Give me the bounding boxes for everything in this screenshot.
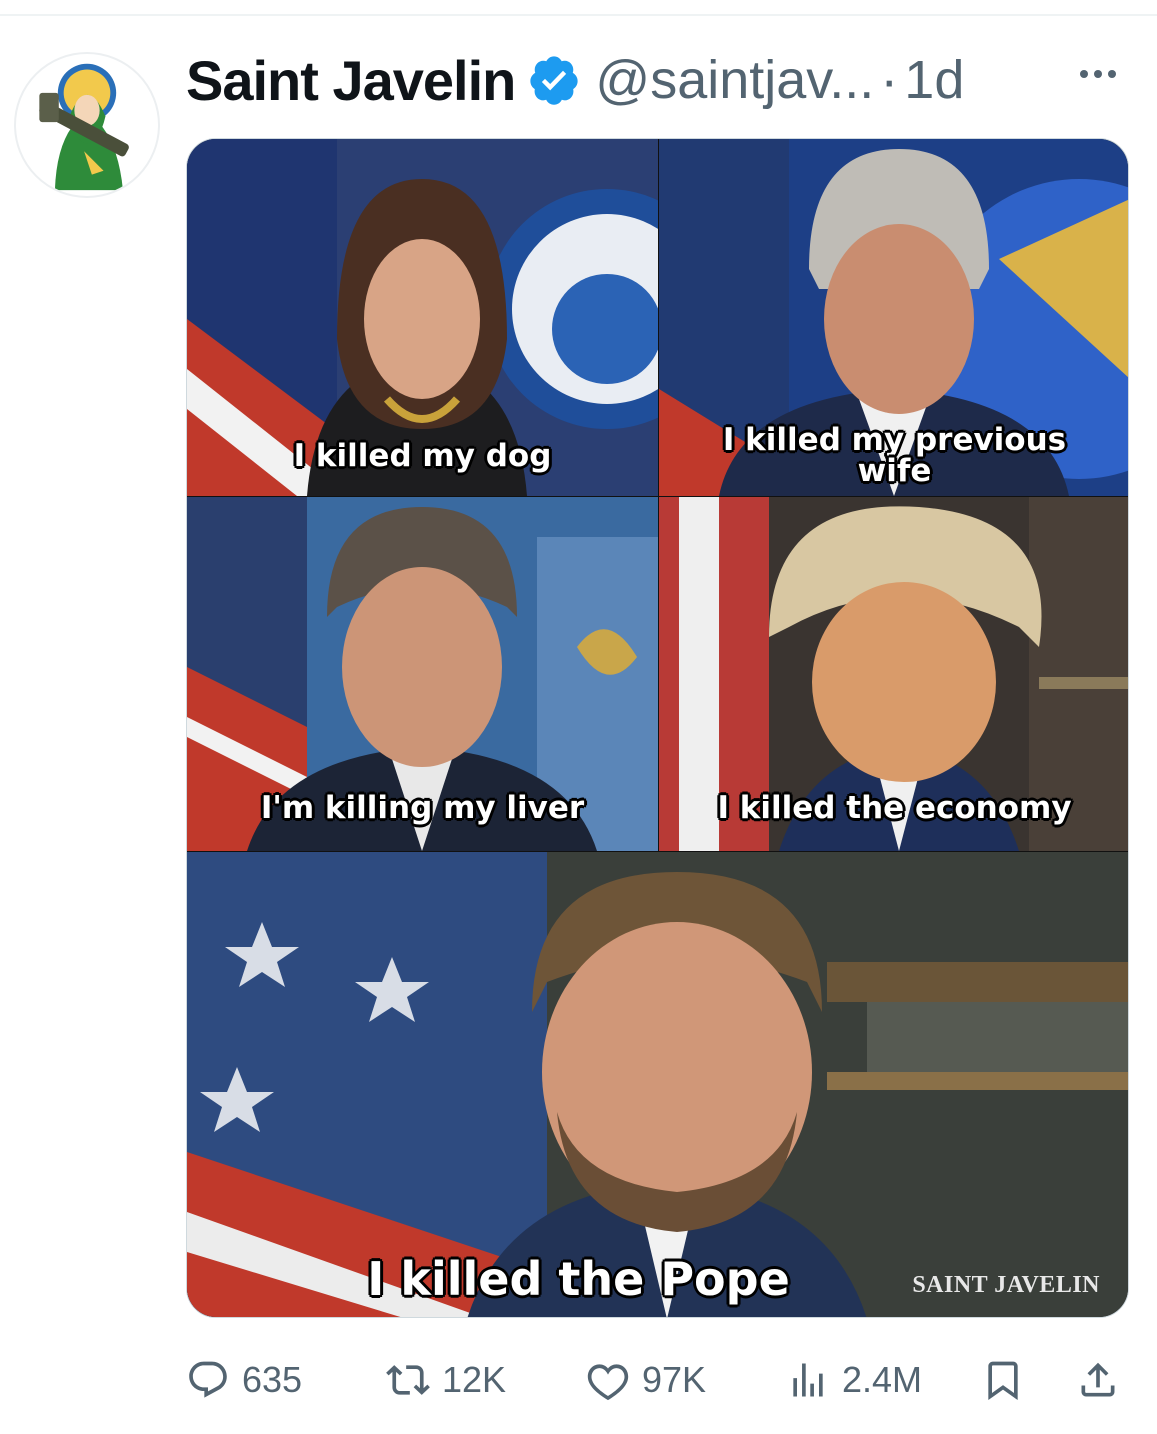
- saint-javelin-avatar-icon: [39, 63, 129, 191]
- media-panel-5: I killed the Pope SAINT JAVELIN: [187, 852, 1128, 1317]
- media-watermark: SAINT JAVELIN: [912, 1272, 1100, 1298]
- bookmark-button[interactable]: [981, 1350, 1025, 1410]
- post-timestamp[interactable]: 1d: [904, 49, 964, 111]
- portrait-image-5: [187, 852, 1128, 1317]
- views-count: 2.4M: [842, 1359, 923, 1400]
- views-button[interactable]: 2.4M: [786, 1350, 922, 1410]
- panel-3-caption: I'm killing my liver: [260, 790, 585, 826]
- post-actions: 635 12K 97K 2.4M: [186, 1350, 1129, 1410]
- post-media[interactable]: I killed my dog I killed my previous wif…: [186, 138, 1129, 1318]
- author-avatar[interactable]: [14, 52, 160, 198]
- media-panel-4: I killed the economy: [659, 497, 1128, 851]
- header-separator: ·: [880, 50, 899, 110]
- bookmark-icon: [988, 1361, 1018, 1401]
- more-icon[interactable]: [1080, 64, 1126, 84]
- media-panel-1: I killed my dog: [187, 139, 658, 496]
- reply-count: 635: [242, 1359, 303, 1400]
- like-count: 97K: [642, 1359, 707, 1400]
- author-display-name[interactable]: Saint Javelin: [186, 48, 516, 113]
- author-handle[interactable]: @saintjav...: [595, 49, 874, 111]
- repost-count: 12K: [442, 1359, 507, 1400]
- views-icon: [793, 1363, 823, 1397]
- like-button[interactable]: 97K: [586, 1350, 706, 1410]
- heart-icon: [587, 1364, 629, 1401]
- media-panel-2: I killed my previous wife: [659, 139, 1128, 496]
- share-button[interactable]: [1076, 1350, 1120, 1410]
- repost-button[interactable]: 12K: [386, 1350, 506, 1410]
- reply-icon: [189, 1361, 227, 1398]
- verified-badge-icon[interactable]: [527, 53, 581, 107]
- media-panel-3: I'm killing my liver: [187, 497, 658, 851]
- share-icon: [1081, 1362, 1115, 1397]
- repost-icon: [386, 1365, 430, 1395]
- reply-button[interactable]: 635: [186, 1350, 302, 1410]
- post-header: Saint Javelin @saintjav... · 1d: [186, 40, 964, 120]
- panel-4-caption: I killed the economy: [717, 790, 1072, 826]
- top-divider: [0, 14, 1157, 16]
- panel-1-caption: I killed my dog: [293, 438, 552, 474]
- panel-2-caption: I killed my previous wife: [722, 422, 1067, 489]
